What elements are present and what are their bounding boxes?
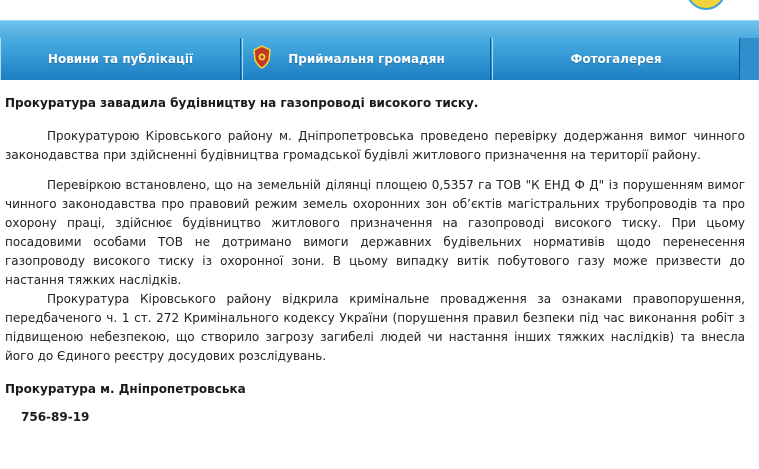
article-title: Прокуратура завадила будівництву на газо… — [5, 96, 479, 110]
nav-tab-reception[interactable]: Приймальня громадян — [242, 38, 491, 80]
article-content: Прокуратура завадила будівництву на газо… — [5, 96, 745, 366]
emblem-icon — [251, 44, 273, 70]
site-logo-icon[interactable] — [686, 0, 726, 10]
nav-tab-gallery-label: Фотогалерея — [570, 52, 662, 66]
nav-tab-reception-label: Приймальня громадян — [288, 52, 445, 66]
article-paragraph: Прокуратурою Кіровського району м. Дніпр… — [5, 129, 745, 162]
nav-tab-news-label: Новини та публікації — [47, 52, 194, 66]
main-navigation: Новини та публікації Приймальня громадян… — [0, 20, 759, 80]
organization-name: Прокуратура м. Дніпропетровська — [5, 382, 246, 396]
nav-tab-news[interactable]: Новини та публікації — [0, 38, 241, 80]
article-paragraph: Перевіркою встановлено, що на земельній … — [5, 178, 745, 287]
contact-phone: 756-89-19 — [21, 410, 90, 424]
nav-spacer — [740, 38, 759, 80]
nav-tab-gallery[interactable]: Фотогалерея — [492, 38, 740, 80]
article-paragraph: Прокуратура Кіровського району відкрила … — [5, 292, 745, 363]
header-strip — [0, 0, 759, 20]
